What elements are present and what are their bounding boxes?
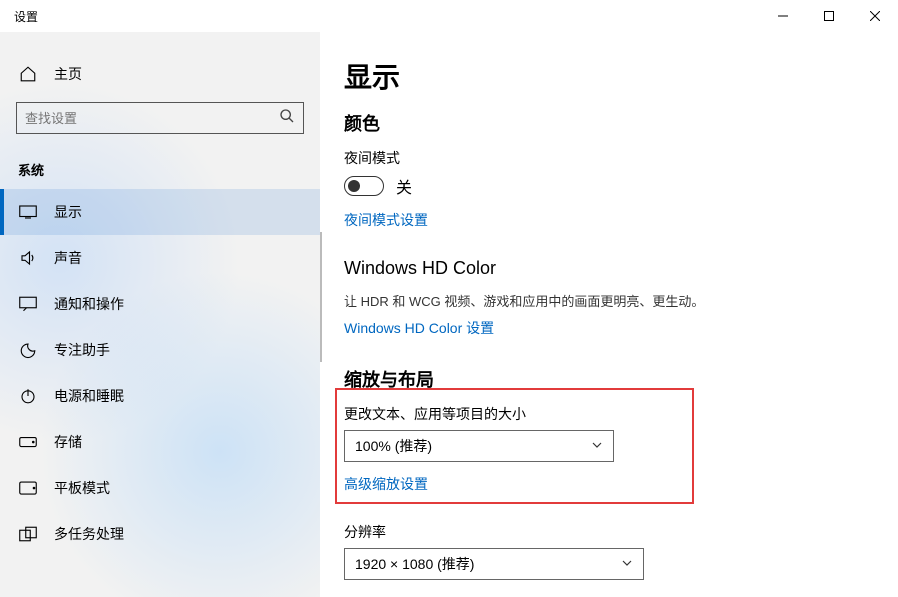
night-light-toggle[interactable] <box>344 176 384 196</box>
search-icon <box>279 108 295 129</box>
sidebar-item-multitask[interactable]: 多任务处理 <box>0 511 320 557</box>
resolution-dropdown[interactable]: 1920 × 1080 (推荐) <box>344 548 644 580</box>
section-scale-heading: 缩放与布局 <box>344 366 898 392</box>
section-color-heading: 颜色 <box>344 110 898 136</box>
sidebar-item-storage[interactable]: 存储 <box>0 419 320 465</box>
sidebar-item-label: 显示 <box>54 202 82 222</box>
advanced-scale-link[interactable]: 高级缩放设置 <box>344 474 428 494</box>
section-hdcolor-heading: Windows HD Color <box>344 258 898 279</box>
night-light-settings-link[interactable]: 夜间模式设置 <box>344 210 428 230</box>
chevron-down-icon <box>591 438 603 454</box>
sidebar: 主页 系统 显示 声音 通知和操作 专注助手 电源和睡眠 <box>0 32 320 597</box>
display-icon <box>18 205 38 219</box>
search-input[interactable] <box>16 102 304 134</box>
content-area: 显示 颜色 夜间模式 关 夜间模式设置 Windows HD Color 让 H… <box>320 32 898 597</box>
hdcolor-desc: 让 HDR 和 WCG 视频、游戏和应用中的画面更明亮、更生动。 <box>344 291 898 310</box>
multitask-icon <box>18 526 38 542</box>
focus-icon <box>18 341 38 359</box>
content-scrollbar[interactable] <box>320 232 322 362</box>
sidebar-item-sound[interactable]: 声音 <box>0 235 320 281</box>
scale-label: 更改文本、应用等项目的大小 <box>344 404 898 424</box>
home-icon <box>18 65 38 83</box>
resolution-label: 分辨率 <box>344 522 898 542</box>
storage-icon <box>18 436 38 448</box>
scale-dropdown[interactable]: 100% (推荐) <box>344 430 614 462</box>
sidebar-item-tablet[interactable]: 平板模式 <box>0 465 320 511</box>
toggle-state-label: 关 <box>396 174 412 198</box>
sidebar-item-notifications[interactable]: 通知和操作 <box>0 281 320 327</box>
sidebar-item-display[interactable]: 显示 <box>0 189 320 235</box>
sidebar-item-label: 多任务处理 <box>54 524 124 544</box>
sidebar-item-power[interactable]: 电源和睡眠 <box>0 373 320 419</box>
sidebar-item-label: 平板模式 <box>54 478 110 498</box>
sidebar-item-label: 专注助手 <box>54 340 110 360</box>
sidebar-item-focus[interactable]: 专注助手 <box>0 327 320 373</box>
home-label: 主页 <box>54 64 82 84</box>
maximize-button[interactable] <box>806 0 852 32</box>
sidebar-item-label: 电源和睡眠 <box>54 386 124 406</box>
notifications-icon <box>18 296 38 312</box>
minimize-button[interactable] <box>760 0 806 32</box>
sidebar-item-label: 通知和操作 <box>54 294 124 314</box>
power-icon <box>18 387 38 405</box>
page-title: 显示 <box>344 56 898 96</box>
chevron-down-icon <box>621 556 633 572</box>
scale-dropdown-value: 100% (推荐) <box>355 436 432 456</box>
home-link[interactable]: 主页 <box>0 58 320 102</box>
tablet-icon <box>18 481 38 495</box>
window-title: 设置 <box>14 8 760 25</box>
night-light-label: 夜间模式 <box>344 148 898 168</box>
sound-icon <box>18 249 38 267</box>
sidebar-item-label: 存储 <box>54 432 82 452</box>
search-field[interactable] <box>25 111 279 126</box>
close-button[interactable] <box>852 0 898 32</box>
hdcolor-settings-link[interactable]: Windows HD Color 设置 <box>344 318 494 338</box>
sidebar-item-label: 声音 <box>54 248 82 268</box>
resolution-dropdown-value: 1920 × 1080 (推荐) <box>355 554 474 574</box>
sidebar-section-label: 系统 <box>0 152 320 189</box>
